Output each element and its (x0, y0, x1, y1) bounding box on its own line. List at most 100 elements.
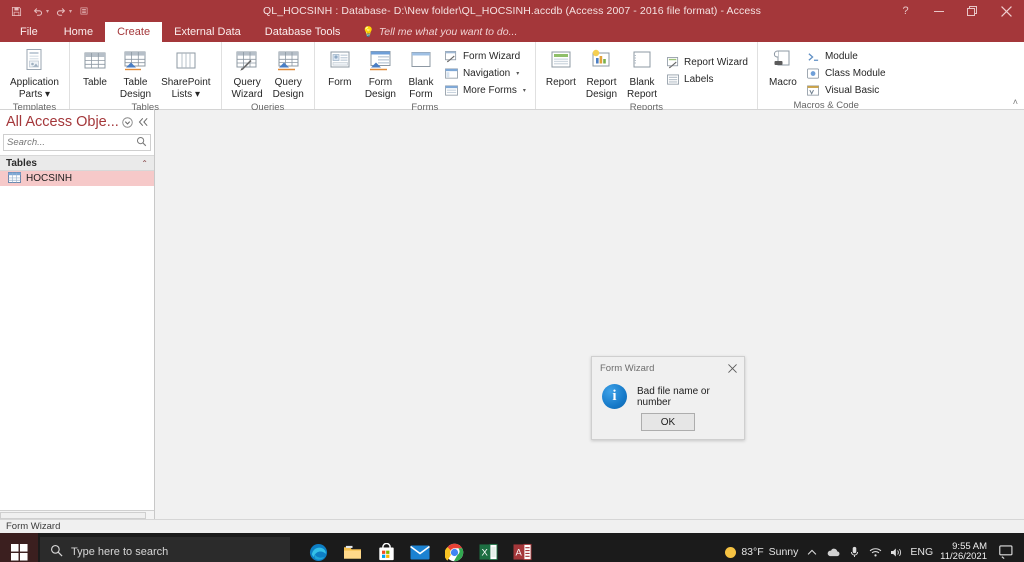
navigation-pane: All Access Obje... Tables ⌃ (0, 110, 155, 519)
visual-basic-icon (807, 84, 821, 97)
collapse-ribbon-button[interactable]: ˄ (1013, 97, 1018, 107)
show-hidden-icons-chevron-icon[interactable] (805, 549, 819, 556)
workspace-area: Form Wizard i Bad file name or number OK (155, 110, 1024, 519)
redo-caret-icon[interactable]: ▾ (69, 8, 72, 15)
double-chevron-left-icon[interactable] (137, 116, 150, 129)
visual-basic-button[interactable]: Visual Basic (803, 82, 890, 99)
dropdown-circle-icon[interactable] (121, 116, 134, 129)
onedrive-icon[interactable] (826, 548, 840, 557)
more-forms-icon (445, 84, 459, 97)
excel-icon[interactable]: X (472, 533, 504, 562)
blank-form-button[interactable]: Blank Form (401, 46, 441, 101)
chrome-icon[interactable] (438, 533, 470, 562)
form-button[interactable]: Form (320, 46, 360, 90)
search-icon[interactable] (136, 136, 147, 150)
action-center-icon[interactable] (994, 545, 1018, 559)
chevron-up-icon[interactable]: ⌃ (141, 159, 148, 168)
close-button[interactable] (988, 0, 1024, 22)
save-icon[interactable] (6, 2, 26, 20)
weather-widget[interactable]: 83°F Sunny (725, 546, 798, 558)
tab-home[interactable]: Home (52, 22, 105, 42)
navigation-item-hocsinh[interactable]: HOCSINH (0, 171, 154, 186)
tab-file[interactable]: File (6, 22, 52, 42)
clock-date: 11/26/2021 (940, 551, 987, 562)
table-button[interactable]: Table (75, 46, 115, 90)
macro-button[interactable]: Macro (763, 46, 803, 90)
volume-icon[interactable] (889, 547, 903, 558)
report-wizard-button[interactable]: Report Wizard (662, 54, 752, 71)
access-icon[interactable]: A (506, 533, 538, 562)
tab-external-data[interactable]: External Data (162, 22, 253, 42)
labels-button[interactable]: Labels (662, 71, 752, 88)
scrollbar-thumb[interactable] (0, 511, 146, 519)
windows-start-icon[interactable] (0, 533, 38, 562)
navigation-icon (445, 67, 459, 80)
ribbon-group-templates: Application Parts ▾ Templates (0, 42, 69, 113)
ribbon-group-tables: Table Table Design SharePoint Lists ▾ Ta… (68, 42, 221, 113)
navigation-search-box[interactable] (3, 134, 151, 151)
more-forms-label: More Forms (462, 85, 517, 96)
tell-me-search[interactable]: 💡 Tell me what you want to do... (352, 22, 527, 42)
status-bar-text: Form Wizard (6, 521, 61, 532)
customize-quick-access-icon[interactable] (74, 2, 94, 20)
more-forms-caret-icon[interactable]: ▾ (523, 87, 526, 94)
blank-report-button[interactable]: Blank Report (622, 46, 662, 101)
access-application-window: ▾ ▾ QL_HOCSINH : Database- D:\New folder… (0, 0, 1024, 562)
report-wizard-label: Report Wizard (684, 57, 748, 68)
module-icon (807, 50, 821, 63)
taskbar-search-box[interactable]: Type here to search (40, 537, 290, 562)
search-icon (50, 544, 63, 560)
mail-icon[interactable] (404, 533, 436, 562)
labels-icon (666, 73, 680, 86)
class-module-button[interactable]: Class Module (803, 65, 890, 82)
help-button[interactable]: ? (889, 0, 922, 22)
window-title: QL_HOCSINH : Database- D:\New folder\QL_… (263, 5, 761, 17)
taskbar-app-icons: X A (302, 533, 538, 562)
restore-button[interactable] (955, 0, 988, 22)
query-design-label-line2: Design (272, 88, 304, 100)
application-parts-button[interactable]: Application Parts ▾ (5, 46, 64, 101)
tab-create[interactable]: Create (105, 22, 163, 42)
weather-temperature: 83°F (741, 546, 764, 558)
module-label: Module (824, 51, 858, 62)
undo-icon[interactable] (28, 2, 48, 20)
form-design-button[interactable]: Form Design (360, 46, 401, 101)
query-design-button[interactable]: Query Design (268, 46, 309, 101)
file-explorer-icon[interactable] (336, 533, 368, 562)
taskbar-clock[interactable]: 9:55 AM 11/26/2021 (940, 541, 987, 562)
query-wizard-label-line1: Query (233, 77, 261, 88)
network-wifi-icon[interactable] (868, 547, 882, 557)
svg-text:A: A (515, 547, 522, 558)
window-controls: ? (889, 0, 1024, 22)
microphone-icon[interactable] (847, 546, 861, 558)
minimize-button[interactable] (922, 0, 955, 22)
report-design-button[interactable]: Report Design (581, 46, 622, 101)
tab-database-tools[interactable]: Database Tools (253, 22, 353, 42)
form-wizard-button[interactable]: Form Wizard (441, 48, 530, 65)
microsoft-store-icon[interactable] (370, 533, 402, 562)
application-body: All Access Obje... Tables ⌃ (0, 110, 1024, 519)
edge-icon[interactable] (302, 533, 334, 562)
navigation-group-tables[interactable]: Tables ⌃ (0, 155, 154, 171)
ok-button[interactable]: OK (641, 413, 695, 431)
query-wizard-button[interactable]: Query Wizard (227, 46, 268, 101)
navigation-pane-title[interactable]: All Access Obje... (6, 114, 118, 130)
sharepoint-lists-label-line1: SharePoint (161, 77, 211, 88)
form-label: Form (328, 77, 352, 88)
taskbar-search-placeholder: Type here to search (71, 546, 169, 558)
language-indicator[interactable]: ENG (910, 546, 933, 558)
module-button[interactable]: Module (803, 48, 890, 65)
report-button[interactable]: Report (541, 46, 581, 90)
navigation-caret-icon[interactable]: ▾ (516, 70, 519, 77)
close-icon[interactable] (720, 357, 744, 380)
navigation-horizontal-scrollbar[interactable] (0, 510, 154, 519)
more-forms-button[interactable]: More Forms ▾ (441, 82, 530, 99)
query-design-label-line1: Query (274, 77, 302, 88)
navigation-button[interactable]: Navigation ▾ (441, 65, 530, 82)
redo-icon[interactable] (51, 2, 71, 20)
weather-description: Sunny (768, 546, 799, 558)
search-input[interactable] (7, 137, 136, 148)
undo-caret-icon[interactable]: ▾ (46, 8, 49, 15)
sharepoint-lists-button[interactable]: SharePoint Lists ▾ (156, 46, 215, 101)
table-design-button[interactable]: Table Design (115, 46, 156, 101)
